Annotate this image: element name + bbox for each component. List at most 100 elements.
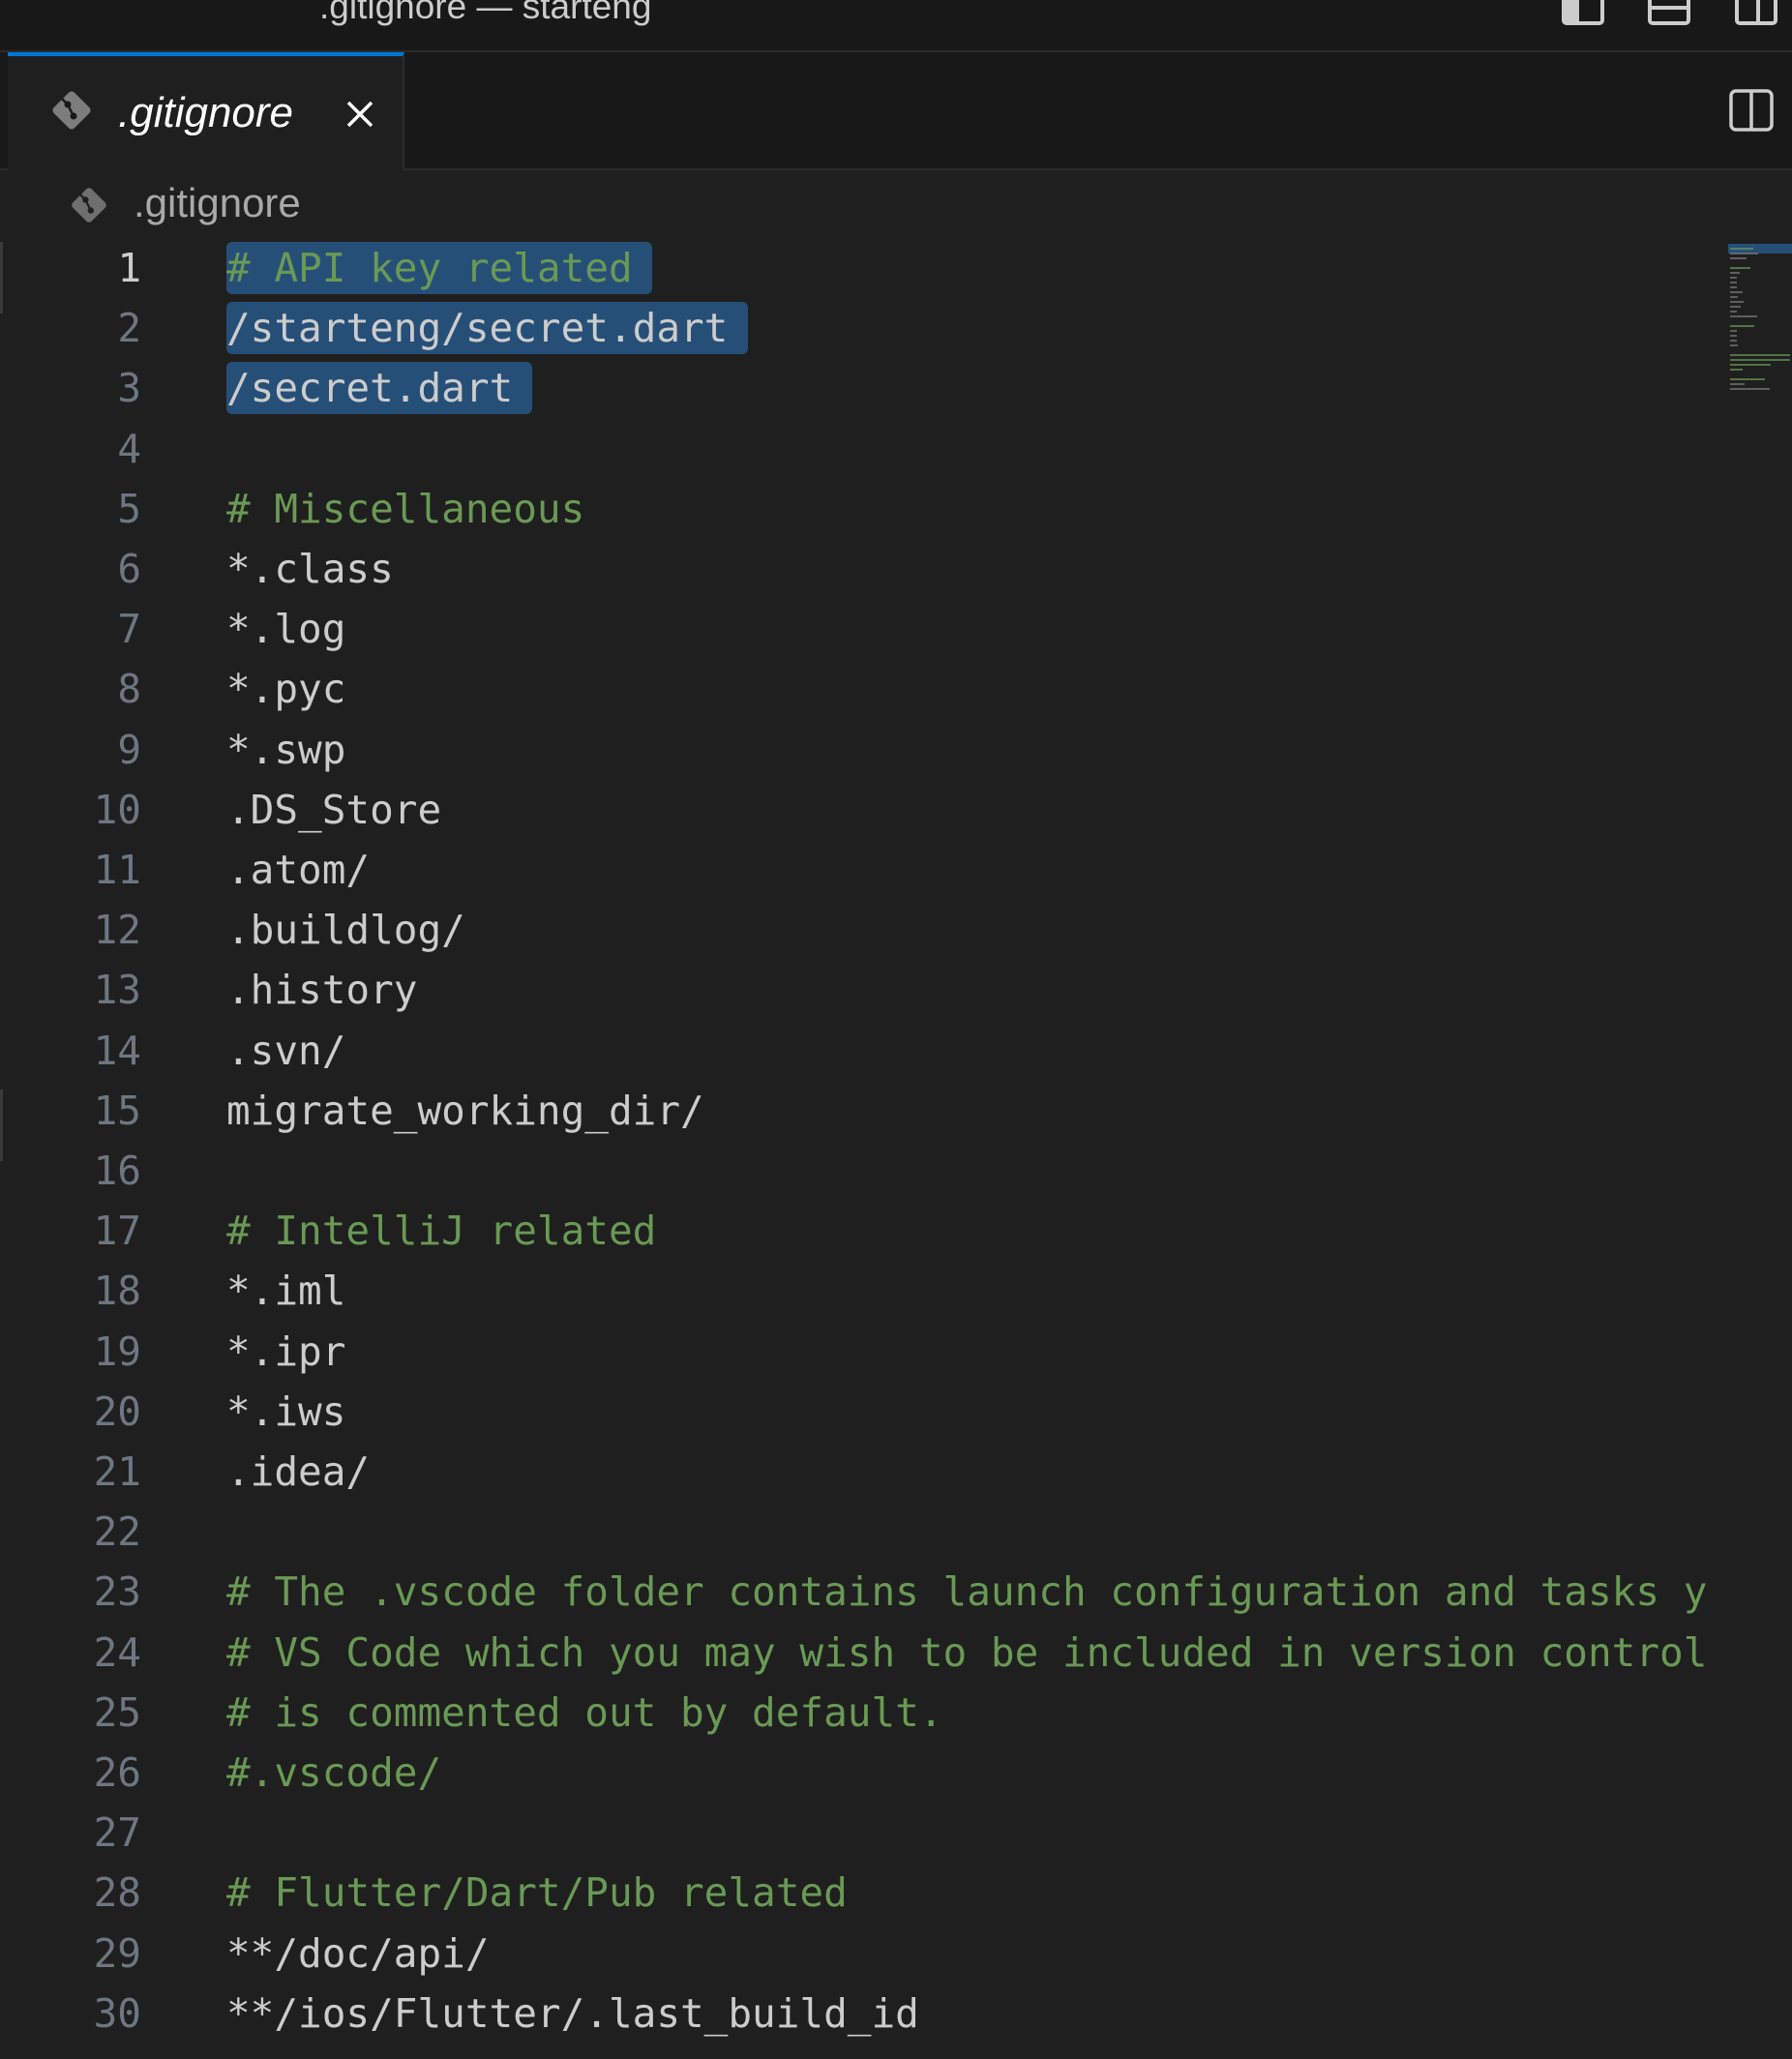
line-text: .atom/ — [226, 847, 371, 893]
code-line[interactable]: 30 **/ios/Flutter/.last_build_id — [0, 1984, 1727, 2044]
minimap-line — [1730, 378, 1766, 380]
code-line[interactable]: 16 — [0, 1141, 1727, 1201]
tab-label: .gitignore — [118, 89, 294, 136]
code-line[interactable]: 21 .idea/ — [0, 1442, 1727, 1502]
code-line[interactable]: 7 *.log — [0, 599, 1727, 659]
minimap-line — [1730, 272, 1740, 274]
minimap-line — [1730, 257, 1747, 259]
minimap-line — [1730, 291, 1743, 293]
line-number: 12 — [93, 907, 141, 954]
line-number: 4 — [117, 425, 141, 472]
line-number: 10 — [93, 786, 141, 833]
line-number: 26 — [93, 1749, 141, 1796]
line-number: 21 — [93, 1448, 141, 1495]
line-number: 23 — [93, 1568, 141, 1616]
line-number: 11 — [93, 847, 141, 893]
code-line[interactable]: 20 *.iws — [0, 1382, 1727, 1442]
line-number: 24 — [93, 1628, 141, 1676]
line-text: /starteng/secret.dart — [226, 305, 729, 352]
line-text: .DS_Store — [226, 786, 442, 833]
code-line[interactable]: 2/starteng/secret.dart — [0, 298, 1727, 358]
line-text: # is commented out by default. — [226, 1688, 943, 1736]
line-text: **/ios/Flutter/.last_build_id — [226, 1989, 919, 2037]
line-number: 30 — [93, 1989, 141, 2037]
code-line[interactable]: 27 — [0, 1803, 1727, 1863]
code-line[interactable]: 11 .atom/ — [0, 840, 1727, 900]
code-line[interactable]: 13 .history — [0, 960, 1727, 1020]
code-line[interactable]: 22 — [0, 1502, 1727, 1562]
minimap-line — [1730, 364, 1771, 366]
line-text: .svn/ — [226, 1027, 346, 1074]
code-line[interactable]: 4 — [0, 419, 1727, 479]
code-line[interactable]: 18 *.iml — [0, 1261, 1727, 1321]
code-line[interactable]: 29 **/doc/api/ — [0, 1924, 1727, 1984]
minimap-line — [1730, 383, 1746, 385]
code-line[interactable]: 15 migrate_working_dir/ — [0, 1081, 1727, 1141]
code-line[interactable]: 12 .buildlog/ — [0, 900, 1727, 960]
line-text: *.pyc — [226, 666, 346, 713]
line-number: 19 — [93, 1328, 141, 1375]
code-line[interactable]: 8 *.pyc — [0, 659, 1727, 719]
line-number: 25 — [93, 1688, 141, 1736]
minimap-line — [1730, 248, 1753, 250]
code-line[interactable]: 6 *.class — [0, 539, 1727, 599]
editor-tab-bar: .gitignore — [0, 52, 1792, 170]
line-number: 27 — [93, 1809, 141, 1857]
code-editor[interactable]: 1 # API key related 2/starteng/secret.dart… — [0, 238, 1727, 2059]
line-number: 17 — [93, 1208, 141, 1255]
line-text: # Miscellaneous — [226, 485, 585, 532]
close-icon[interactable] — [341, 95, 379, 134]
line-number: 13 — [93, 967, 141, 1014]
code-line[interactable]: 24 # VS Code which you may wish to be inc… — [0, 1623, 1727, 1683]
line-number: 2 — [117, 305, 141, 352]
line-text: *.ipr — [226, 1328, 346, 1375]
git-icon — [52, 91, 91, 130]
line-number: 8 — [117, 666, 141, 713]
minimap[interactable] — [1727, 238, 1792, 2059]
edge-marker — [0, 242, 3, 313]
line-number: 6 — [117, 546, 141, 592]
toggle-primary-sidebar-icon[interactable] — [1562, 0, 1604, 25]
code-line[interactable]: 19 *.ipr — [0, 1322, 1727, 1382]
code-line[interactable]: 17 # IntelliJ related — [0, 1201, 1727, 1261]
line-text: **/doc/api/ — [226, 1929, 490, 1977]
code-line[interactable]: 10 .DS_Store — [0, 780, 1727, 840]
line-number: 15 — [93, 1087, 141, 1134]
minimap-line — [1730, 344, 1739, 346]
minimap-line — [1730, 306, 1742, 308]
code-line[interactable]: 23 # The .vscode folder contains launch c… — [0, 1562, 1727, 1622]
code-line[interactable]: 1 # API key related — [0, 238, 1727, 298]
line-text: *.swp — [226, 726, 346, 773]
toggle-secondary-sidebar-icon[interactable] — [1735, 0, 1777, 25]
minimap-line — [1730, 301, 1744, 303]
line-number: 20 — [93, 1388, 141, 1435]
minimap-line — [1730, 330, 1737, 332]
code-line[interactable]: 9 *.swp — [0, 720, 1727, 780]
split-editor-icon[interactable] — [1728, 87, 1775, 134]
code-line[interactable]: 5 # Miscellaneous — [0, 479, 1727, 539]
code-line[interactable]: 14 .svn/ — [0, 1021, 1727, 1081]
line-number: 1 — [117, 245, 141, 291]
line-text: *.iml — [226, 1268, 346, 1315]
line-text: # IntelliJ related — [226, 1208, 657, 1255]
line-number: 28 — [93, 1869, 141, 1917]
line-text: .history — [226, 967, 418, 1014]
line-number: 18 — [93, 1268, 141, 1315]
breadcrumb-item-gitignore[interactable]: .gitignore — [134, 180, 301, 226]
code-line[interactable]: 25 # is commented out by default. — [0, 1683, 1727, 1743]
toggle-panel-icon[interactable] — [1648, 0, 1690, 25]
tab-gitignore[interactable]: .gitignore — [8, 52, 404, 170]
line-text: /secret.dart — [226, 365, 514, 412]
minimap-line — [1730, 267, 1750, 269]
line-text: *.class — [226, 546, 394, 592]
minimap-line — [1730, 286, 1737, 288]
line-text: migrate_working_dir/ — [226, 1087, 704, 1134]
line-number: 14 — [93, 1027, 141, 1074]
minimap-line — [1730, 340, 1737, 342]
line-text: # API key related — [226, 245, 633, 291]
minimap-line — [1730, 359, 1790, 361]
code-line[interactable]: 26 #.vscode/ — [0, 1743, 1727, 1803]
minimap-line — [1730, 277, 1737, 279]
code-line[interactable]: 3/secret.dart — [0, 358, 1727, 418]
code-line[interactable]: 28 # Flutter/Dart/Pub related — [0, 1863, 1727, 1923]
